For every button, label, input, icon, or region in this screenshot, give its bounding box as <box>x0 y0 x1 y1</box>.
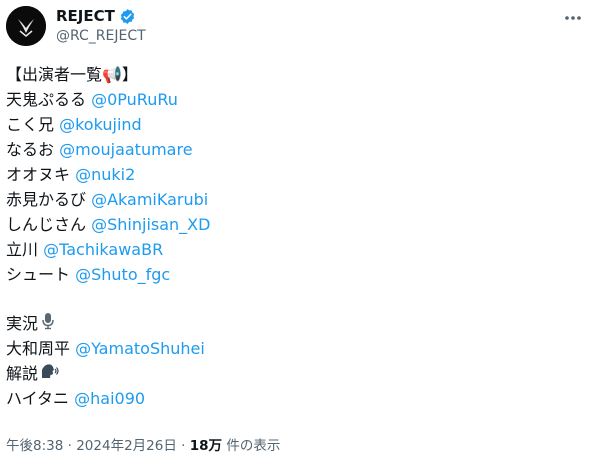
cast-line: オオヌキ @nuki2 <box>6 162 586 187</box>
cast-name: シュート <box>6 265 71 284</box>
analysis-heading: 解説 <box>6 361 586 386</box>
mention-link[interactable]: @hai090 <box>74 389 145 408</box>
tweet-text: 【出演者一覧📢】 天鬼ぷるる @0PuRuRu こく兄 @kokujind なる… <box>6 62 586 411</box>
cast-name: 赤見かるび <box>6 190 87 209</box>
commentary-label: 実況 <box>6 314 39 333</box>
cast-name: 立川 <box>6 240 39 259</box>
handle[interactable]: @RC_REJECT <box>56 28 146 44</box>
cast-header: 【出演者一覧📢】 <box>6 65 138 84</box>
cast-name: しんじさん <box>6 215 87 234</box>
verified-badge-icon <box>120 8 135 24</box>
mention-link[interactable]: @AkamiKarubi <box>91 190 208 209</box>
cast-line: 天鬼ぷるる @0PuRuRu <box>6 87 586 112</box>
display-name[interactable]: REJECT <box>56 7 115 25</box>
meta-separator: · <box>67 438 72 454</box>
mention-link[interactable]: @moujaatumare <box>59 140 192 159</box>
cast-line: こく兄 @kokujind <box>6 112 586 137</box>
cast-line: なるお @moujaatumare <box>6 137 586 162</box>
mention-link[interactable]: @kokujind <box>59 115 142 134</box>
name-row: REJECT <box>56 6 136 26</box>
microphone-icon <box>40 312 56 337</box>
views-label: 件の表示 <box>226 438 281 454</box>
mention-link[interactable]: @nuki2 <box>75 165 135 184</box>
mention-link[interactable]: @YamatoShuhei <box>75 339 205 358</box>
cast-line: しんじさん @Shinjisan_XD <box>6 212 586 237</box>
cast-line: 立川 @TachikawaBR <box>6 237 586 262</box>
cast-line: 赤見かるび @AkamiKarubi <box>6 187 586 212</box>
tweet-header: REJECT @RC_REJECT <box>0 0 600 60</box>
analyst-name: ハイタニ <box>6 389 70 408</box>
cast-name: オオヌキ <box>6 165 71 184</box>
more-options-button[interactable] <box>558 8 588 28</box>
mention-link[interactable]: @TachikawaBR <box>43 240 163 259</box>
reject-logo-icon <box>6 6 46 46</box>
avatar[interactable] <box>6 6 46 46</box>
analysis-label: 解説 <box>6 364 39 383</box>
commentator-line: 大和周平 @YamatoShuhei <box>6 336 586 361</box>
views-count: 18万 <box>189 438 223 454</box>
commentary-heading: 実況 <box>6 311 586 336</box>
cast-name: なるお <box>6 140 55 159</box>
more-dots-icon <box>565 16 581 20</box>
mention-link[interactable]: @Shuto_fgc <box>75 265 170 284</box>
analyst-line: ハイタニ @hai090 <box>6 386 586 411</box>
tweet-meta: 午後8:38 · 2024年2月26日 · 18万 件の表示 <box>6 434 280 454</box>
speaking-head-icon <box>40 362 60 387</box>
meta-separator: · <box>181 438 186 454</box>
mention-link[interactable]: @0PuRuRu <box>91 90 178 109</box>
mention-link[interactable]: @Shinjisan_XD <box>91 215 210 234</box>
cast-name: こく兄 <box>6 115 55 134</box>
cast-line: シュート @Shuto_fgc <box>6 262 586 287</box>
tweet-time[interactable]: 午後8:38 <box>6 438 63 454</box>
commentator-name: 大和周平 <box>6 339 71 358</box>
tweet-date[interactable]: 2024年2月26日 <box>76 438 177 454</box>
cast-name: 天鬼ぷるる <box>6 90 87 109</box>
